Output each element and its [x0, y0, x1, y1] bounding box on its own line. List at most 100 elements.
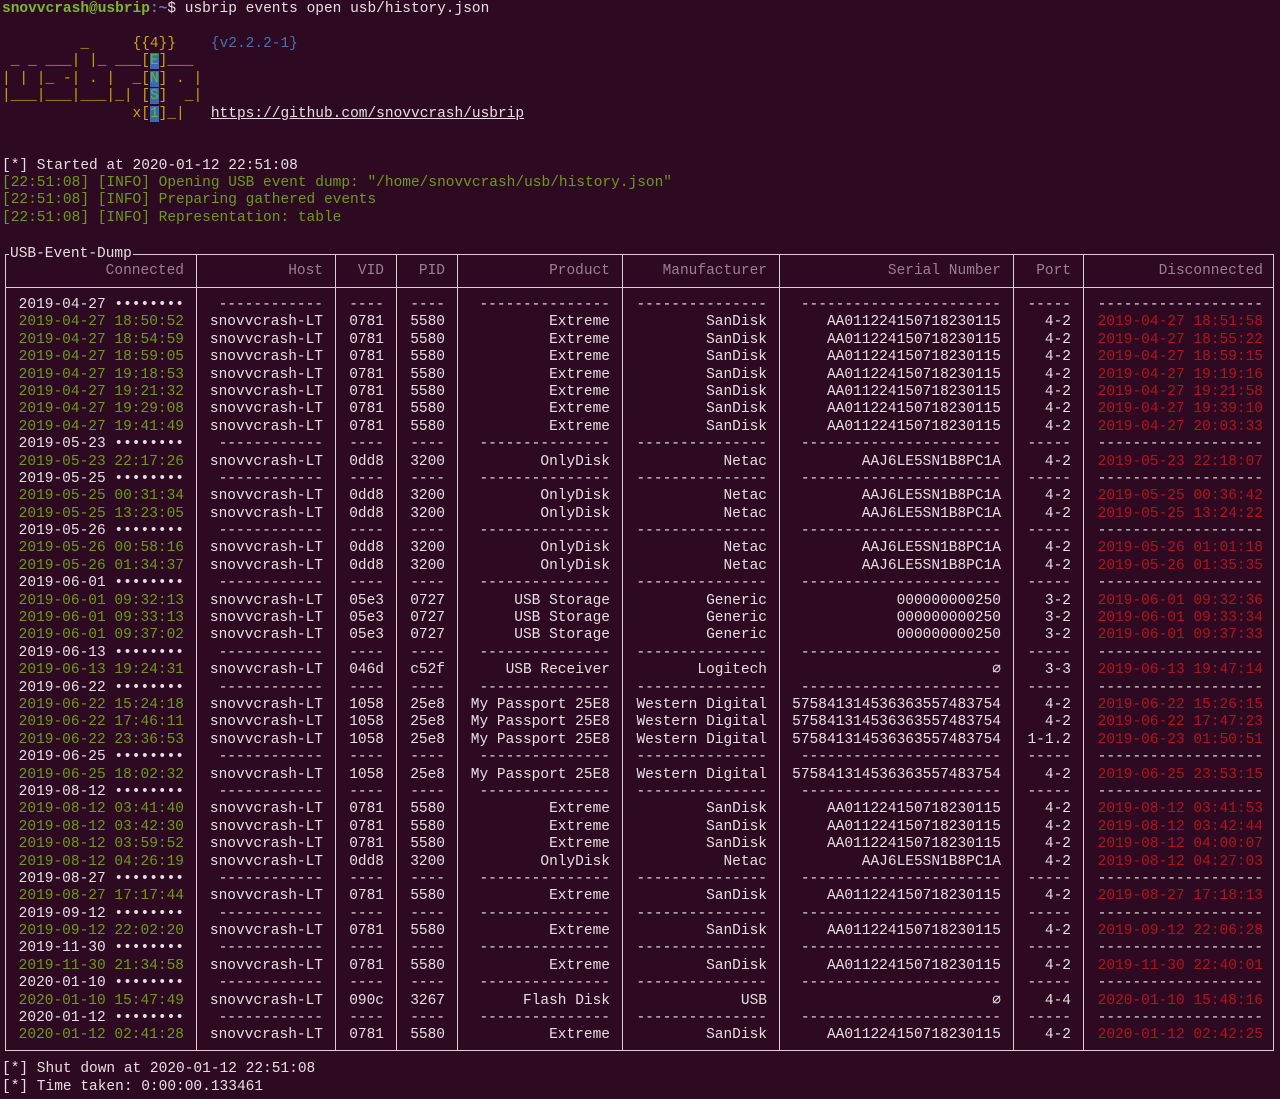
cell-host: snovvcrash-LT [209, 401, 323, 418]
cell-port: 4-2 [1044, 331, 1071, 348]
separator: ----------------------- [800, 436, 1001, 453]
column-header-disconnected[interactable]: Disconnected [1084, 263, 1276, 280]
cell-manufacturer: Western Digital [636, 766, 767, 783]
cell-connected: 2019-06-25 18:02:32 [18, 766, 184, 783]
separator: --------------- [479, 940, 610, 957]
group-date: 2019-06-01 •••••••• [18, 575, 184, 592]
cell-host: snovvcrash-LT [209, 383, 323, 400]
column-header-serial-number[interactable]: Serial Number [780, 263, 1014, 280]
separator: ------------ [218, 436, 323, 453]
table-row[interactable]: 2019-05-23 22:17:26 snovvcrash-LT 0dd8 3200… [6, 454, 1273, 471]
separator: ---- [349, 297, 384, 313]
shutdown-line: [*] Shut down at 2020-01-12 22:51:08 [2, 1061, 316, 1077]
cell-vid: 046d [349, 662, 384, 679]
column-header-product[interactable]: Product [458, 263, 623, 280]
cell-product: My Passport 25E8 [470, 714, 610, 731]
separator: ------------------- [1097, 749, 1263, 766]
cell-pid: 3200 [410, 453, 445, 470]
table-row[interactable]: 2019-06-01 09:32:13 snovvcrash-LT 05e3 0727… [6, 593, 1273, 610]
cell-disconnected: 2019-04-27 20:03:33 [1097, 418, 1263, 435]
cell-product: USB Storage [514, 627, 610, 644]
cell-connected: 2019-06-13 19:24:31 [18, 662, 184, 679]
table-row[interactable]: 2019-08-12 03:59:52 snovvcrash-LT 0781 5580… [6, 836, 1273, 853]
cell-product: Extreme [549, 401, 610, 418]
cell-connected: 2019-06-22 23:36:53 [18, 731, 184, 748]
cell-host: snovvcrash-LT [209, 331, 323, 348]
separator: ---- [410, 870, 445, 887]
cell-disconnected: 2020-01-10 15:48:16 [1097, 992, 1263, 1009]
separator: ----------------------- [800, 470, 1001, 487]
cell-disconnected: 2019-06-22 17:47:23 [1097, 714, 1263, 731]
table-row[interactable]: 2019-06-22 23:36:53 snovvcrash-LT 1058 25e8… [6, 732, 1273, 749]
table-row[interactable]: 2020-01-10 15:47:49 snovvcrash-LT 090c 3267… [6, 993, 1273, 1010]
table-row[interactable]: 2019-04-27 18:54:59 snovvcrash-LT 0781 5580… [6, 332, 1273, 349]
table-row[interactable]: 2019-06-01 09:37:02 snovvcrash-LT 05e3 0727… [6, 627, 1273, 644]
separator: ----------------------- [800, 575, 1001, 592]
cell-disconnected: 2019-04-27 18:59:15 [1097, 349, 1263, 366]
cell-connected: 2019-06-01 09:37:02 [18, 627, 184, 644]
separator: ----------------------- [800, 749, 1001, 766]
group-date: 2020-01-10 •••••••• [18, 975, 184, 992]
table-row[interactable]: 2019-08-12 03:42:30 snovvcrash-LT 0781 5580… [6, 819, 1273, 836]
cell-host: snovvcrash-LT [209, 453, 323, 470]
cell-manufacturer: Western Digital [636, 696, 767, 713]
group-date: 2019-06-25 •••••••• [18, 749, 184, 766]
separator: --------------- [479, 905, 610, 922]
table-row[interactable]: 2019-06-13 19:24:31 snovvcrash-LT 046d c52f… [6, 662, 1273, 679]
cell-pid: 3200 [410, 540, 445, 557]
cell-pid: 25e8 [410, 731, 445, 748]
separator: --------------- [636, 436, 767, 453]
table-row[interactable]: 2019-05-25 13:23:05 snovvcrash-LT 0dd8 3200… [6, 506, 1273, 523]
table-row[interactable]: 2019-05-26 01:34:37 snovvcrash-LT 0dd8 3200… [6, 558, 1273, 575]
cell-host: snovvcrash-LT [209, 540, 323, 557]
column-header-vid[interactable]: VID [336, 263, 397, 280]
cell-manufacturer: Logitech [697, 662, 767, 679]
table-row[interactable]: 2019-05-26 00:58:16 snovvcrash-LT 0dd8 3200… [6, 540, 1273, 557]
table-row[interactable]: 2019-11-30 21:34:58 snovvcrash-LT 0781 5580… [6, 958, 1273, 975]
table-row[interactable]: 2019-05-25 00:31:34 snovvcrash-LT 0dd8 3200… [6, 488, 1273, 505]
cell-host: snovvcrash-LT [209, 853, 323, 870]
table-row[interactable]: 2019-04-27 19:29:08 snovvcrash-LT 0781 5580… [6, 401, 1273, 418]
column-header-host[interactable]: Host [197, 263, 336, 280]
cell-pid: 3200 [410, 557, 445, 574]
column-header-connected[interactable]: Connected [6, 263, 197, 280]
table-row[interactable]: 2019-09-12 22:02:20 snovvcrash-LT 0781 5580… [6, 923, 1273, 940]
separator: --------------- [479, 870, 610, 887]
cell-serial-number: AA011224150718230115 [826, 836, 1001, 853]
table-row[interactable]: 2019-04-27 18:50:52 snovvcrash-LT 0781 5580… [6, 314, 1273, 331]
cell-connected: 2020-01-12 02:41:28 [18, 1027, 184, 1044]
cell-connected: 2019-04-27 19:18:53 [18, 366, 184, 383]
cell-product: Extreme [549, 801, 610, 818]
cell-manufacturer: Western Digital [636, 731, 767, 748]
cell-host: snovvcrash-LT [209, 766, 323, 783]
github-link[interactable]: https://github.com/snovvcrash/usbrip [211, 106, 524, 122]
separator: ---- [410, 749, 445, 766]
separator: ------------------- [1097, 470, 1263, 487]
cell-port: 4-2 [1044, 818, 1071, 835]
table-row[interactable]: 2019-08-12 03:41:40 snovvcrash-LT 0781 5580… [6, 801, 1273, 818]
column-header-manufacturer[interactable]: Manufacturer [623, 263, 780, 280]
separator: ------------------- [1097, 905, 1263, 922]
table-row[interactable]: 2019-04-27 19:18:53 snovvcrash-LT 0781 5580… [6, 367, 1273, 384]
table-row[interactable]: 2019-08-12 04:26:19 snovvcrash-LT 0dd8 3200… [6, 854, 1273, 871]
separator: ----------------------- [800, 783, 1001, 800]
cell-pid: 0727 [410, 610, 445, 627]
cell-vid: 1058 [349, 731, 384, 748]
table-row[interactable]: 2019-04-27 19:21:32 snovvcrash-LT 0781 5580… [6, 384, 1273, 401]
table-row[interactable]: 2019-06-22 15:24:18 snovvcrash-LT 1058 25e8… [6, 697, 1273, 714]
table-row[interactable]: 2019-06-01 09:33:13 snovvcrash-LT 05e3 0727… [6, 610, 1273, 627]
prompt-symbol: $ [167, 1, 185, 17]
table-row[interactable]: 2019-08-27 17:17:44 snovvcrash-LT 0781 5580… [6, 888, 1273, 905]
table-row[interactable]: 2020-01-12 02:41:28 snovvcrash-LT 0781 5580… [6, 1027, 1273, 1044]
cell-disconnected: 2019-08-12 04:27:03 [1097, 853, 1263, 870]
table-row[interactable]: 2019-06-22 17:46:11 snovvcrash-LT 1058 25e8… [6, 714, 1273, 731]
table-row[interactable]: 2019-04-27 18:59:05 snovvcrash-LT 0781 5580… [6, 349, 1273, 366]
column-header-pid[interactable]: PID [397, 263, 458, 280]
table-row[interactable]: 2019-04-27 19:41:49 snovvcrash-LT 0781 5580… [6, 419, 1273, 436]
cell-product: Extreme [549, 818, 610, 835]
separator: ----------------------- [800, 679, 1001, 696]
cell-connected: 2019-08-12 03:42:30 [18, 818, 184, 835]
cell-product: Extreme [549, 383, 610, 400]
table-row[interactable]: 2019-06-25 18:02:32 snovvcrash-LT 1058 25e8… [6, 767, 1273, 784]
column-header-port[interactable]: Port [1014, 263, 1084, 280]
